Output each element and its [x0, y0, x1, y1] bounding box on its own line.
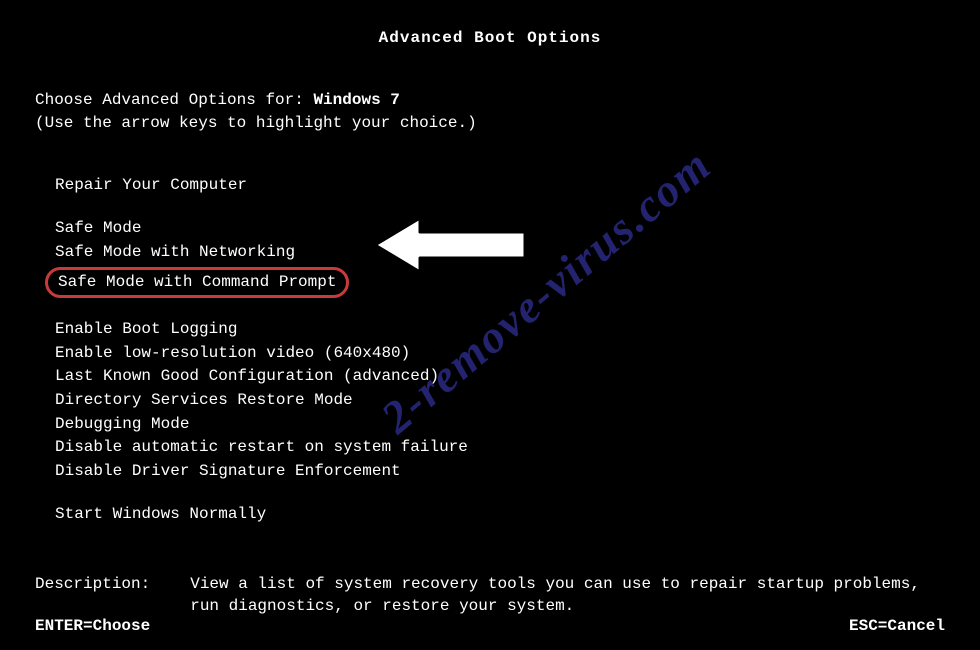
description-label: Description: — [35, 574, 150, 617]
footer-esc[interactable]: ESC=Cancel — [849, 616, 945, 638]
spacer — [55, 484, 945, 504]
menu-item-start-normal[interactable]: Start Windows Normally — [55, 504, 945, 526]
menu-item-ds-restore[interactable]: Directory Services Restore Mode — [55, 390, 945, 412]
prompt-line: Choose Advanced Options for: Windows 7 — [35, 90, 945, 112]
boot-menu[interactable]: Repair Your Computer Safe Mode Safe Mode… — [55, 175, 945, 526]
menu-item-no-sig-enforce[interactable]: Disable Driver Signature Enforcement — [55, 461, 945, 483]
os-name: Windows 7 — [313, 91, 399, 109]
spacer — [55, 299, 945, 319]
menu-item-debug[interactable]: Debugging Mode — [55, 414, 945, 436]
footer-enter[interactable]: ENTER=Choose — [35, 616, 150, 638]
menu-item-repair[interactable]: Repair Your Computer — [55, 175, 945, 197]
menu-item-low-res[interactable]: Enable low-resolution video (640x480) — [55, 343, 945, 365]
prompt-prefix: Choose Advanced Options for: — [35, 91, 313, 109]
highlighted-selection: Safe Mode with Command Prompt — [45, 267, 349, 299]
boot-options-screen: Advanced Boot Options Choose Advanced Op… — [0, 0, 980, 650]
menu-item-safe-mode-cmd[interactable]: Safe Mode with Command Prompt — [58, 272, 336, 294]
page-title: Advanced Boot Options — [35, 28, 945, 50]
description-block: Description: View a list of system recov… — [35, 574, 945, 617]
footer-bar: ENTER=Choose ESC=Cancel — [0, 616, 980, 638]
menu-item-safe-mode-networking[interactable]: Safe Mode with Networking — [55, 242, 945, 264]
menu-item-lkgc[interactable]: Last Known Good Configuration (advanced) — [55, 366, 945, 388]
menu-item-boot-logging[interactable]: Enable Boot Logging — [55, 319, 945, 341]
menu-item-safe-mode[interactable]: Safe Mode — [55, 218, 945, 240]
description-text: View a list of system recovery tools you… — [190, 574, 945, 617]
spacer — [55, 198, 945, 218]
menu-item-no-auto-restart[interactable]: Disable automatic restart on system fail… — [55, 437, 945, 459]
hint-text: (Use the arrow keys to highlight your ch… — [35, 113, 945, 135]
